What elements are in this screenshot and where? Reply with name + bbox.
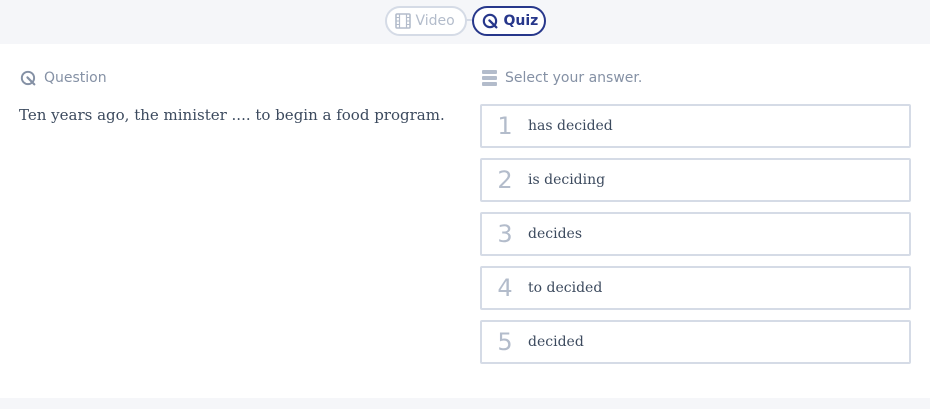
answer-option-4[interactable]: 4 to decided (480, 266, 911, 310)
answer-option-1[interactable]: 1 has decided (480, 104, 911, 148)
answer-option-5[interactable]: 5 decided (480, 320, 911, 364)
film-icon (394, 13, 411, 29)
bottom-bar (0, 398, 930, 409)
answer-options: 1 has decided 2 is deciding 3 decides 4 … (480, 104, 911, 374)
option-label: is deciding (528, 172, 606, 188)
option-label: to decided (528, 280, 603, 296)
list-icon (482, 70, 497, 86)
tab-quiz-label: Quiz (503, 13, 539, 29)
answer-header: Select your answer. (482, 69, 642, 87)
tab-video-label: Video (415, 13, 455, 29)
question-header-label: Question (44, 70, 107, 86)
quiz-icon (482, 13, 499, 30)
tab-quiz[interactable]: Quiz (471, 6, 546, 36)
answer-header-label: Select your answer. (505, 70, 643, 86)
option-label: decides (528, 226, 582, 242)
tab-video[interactable]: Video (384, 6, 467, 36)
answer-option-3[interactable]: 3 decides (480, 212, 911, 256)
option-number: 5 (497, 328, 513, 356)
option-number: 4 (497, 274, 513, 302)
option-label: decided (528, 334, 584, 350)
option-number: 3 (497, 220, 513, 248)
question-header: Question (20, 69, 107, 87)
option-label: has decided (528, 118, 613, 134)
mode-tabs: Video Quiz (0, 5, 930, 37)
question-text: Ten years ago, the minister .... to begi… (19, 106, 445, 124)
quiz-icon (20, 70, 37, 87)
option-number: 1 (497, 112, 513, 140)
option-number: 2 (497, 166, 513, 194)
answer-option-2[interactable]: 2 is deciding (480, 158, 911, 202)
